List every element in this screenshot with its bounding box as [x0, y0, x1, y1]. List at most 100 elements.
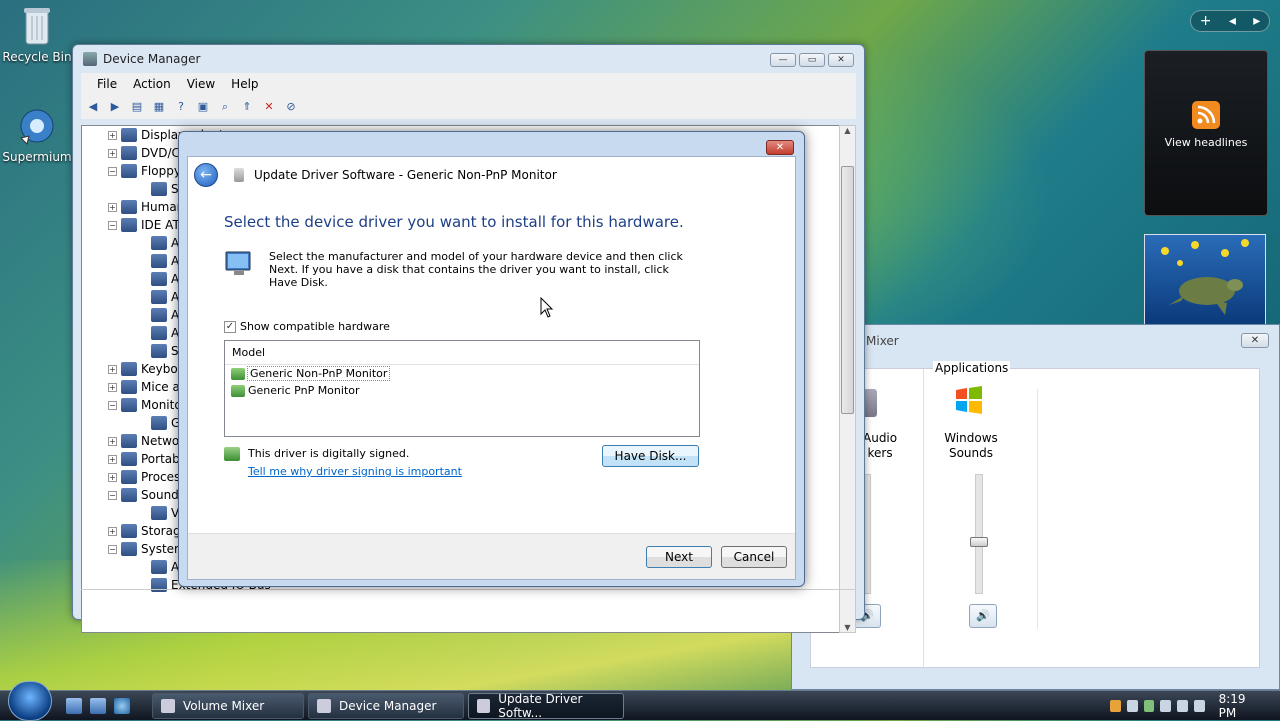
collapse-icon[interactable]: −: [108, 544, 117, 554]
forward-arrow-icon[interactable]: ▶: [107, 99, 123, 115]
back-arrow-icon[interactable]: ◀: [85, 99, 101, 115]
scroll-up-icon[interactable]: ▲: [840, 126, 855, 135]
minimize-icon: —: [778, 55, 788, 65]
update-driver-icon[interactable]: ⇑: [239, 99, 255, 115]
model-list-item[interactable]: Generic PnP Monitor: [225, 382, 699, 399]
next-gadget-button[interactable]: ▸: [1253, 13, 1260, 29]
speaker-icon: [161, 698, 175, 713]
device-category-icon: [121, 488, 137, 502]
update-driver-dialog[interactable]: ✕ ← Update Driver Software - Generic Non…: [178, 131, 805, 587]
cancel-button[interactable]: Cancel: [721, 546, 787, 568]
tree-view-icon[interactable]: ▤: [129, 99, 145, 115]
safely-remove-icon[interactable]: [1143, 699, 1155, 712]
mixer-close-button[interactable]: ✕: [1241, 333, 1269, 348]
expand-icon[interactable]: +: [108, 148, 117, 158]
collapse-icon[interactable]: −: [108, 490, 117, 500]
device-category-icon: [121, 542, 137, 556]
maximize-icon: ▭: [807, 55, 817, 65]
show-hide-icon[interactable]: ▣: [195, 99, 211, 115]
expand-icon[interactable]: +: [108, 382, 117, 392]
expand-icon[interactable]: +: [108, 526, 117, 536]
device-category-icon: [151, 182, 167, 196]
supermium-shortcut[interactable]: Supermium: [0, 104, 74, 164]
device-category-icon: [151, 308, 167, 322]
app-mute-button[interactable]: 🔊: [969, 604, 997, 628]
system-tray: 8:19 PM: [1110, 691, 1280, 720]
security-shield-icon[interactable]: [1110, 699, 1121, 712]
device-category-icon: [121, 452, 137, 466]
menu-file[interactable]: File: [89, 75, 125, 93]
slider-thumb[interactable]: [970, 537, 988, 547]
back-button[interactable]: ←: [194, 163, 218, 187]
collapse-icon[interactable]: −: [108, 400, 117, 410]
applications-label: Applications: [933, 361, 1011, 375]
dialog-title: Update Driver Software - Generic Non-PnP…: [254, 168, 557, 182]
sidebar-gadget-bar: + ◂ ▸: [1190, 10, 1270, 32]
disable-icon[interactable]: ⊘: [283, 99, 299, 115]
close-button[interactable]: ✕: [828, 53, 854, 67]
menu-action[interactable]: Action: [125, 75, 179, 93]
expand-icon[interactable]: +: [108, 130, 117, 140]
collapse-icon[interactable]: −: [108, 220, 117, 230]
mixer-title: Mixer: [866, 334, 899, 348]
tray-app-icon[interactable]: [1126, 699, 1138, 712]
help-icon[interactable]: ?: [173, 99, 189, 115]
scan-hardware-icon[interactable]: ⌕: [217, 99, 233, 115]
scroll-down-icon[interactable]: ▼: [840, 623, 855, 632]
model-list-item[interactable]: Generic Non-PnP Monitor: [225, 365, 699, 382]
minimize-button[interactable]: —: [770, 53, 796, 67]
taskbar-update-driver[interactable]: Update Driver Softw...: [468, 692, 624, 720]
recycle-bin[interactable]: Recycle Bin: [0, 4, 74, 64]
have-disk-button[interactable]: Have Disk...: [602, 445, 699, 467]
maximize-button[interactable]: ▭: [799, 53, 825, 67]
device-category-icon: [151, 344, 167, 358]
expand-icon[interactable]: +: [108, 436, 117, 446]
device-category-icon: [121, 380, 137, 394]
tree-scrollbar[interactable]: ▲ ▼: [839, 125, 856, 633]
prev-gadget-button[interactable]: ◂: [1229, 13, 1236, 29]
recycle-bin-icon: [17, 4, 57, 48]
expand-icon[interactable]: +: [108, 364, 117, 374]
menu-help[interactable]: Help: [223, 75, 266, 93]
taskbar-device-manager[interactable]: Device Manager: [308, 692, 464, 719]
model-column-header[interactable]: Model: [225, 341, 699, 365]
expand-icon[interactable]: +: [108, 472, 117, 482]
next-button[interactable]: Next: [646, 546, 712, 568]
show-compatible-checkbox[interactable]: ✓ Show compatible hardware: [224, 320, 390, 333]
device-category-icon: [121, 200, 137, 214]
signed-text: This driver is digitally signed.: [248, 447, 410, 460]
menu-view[interactable]: View: [179, 75, 223, 93]
start-button[interactable]: [8, 680, 52, 721]
slideshow-gadget[interactable]: [1144, 234, 1266, 326]
menu-bar: File Action View Help: [81, 73, 856, 95]
volume-icon[interactable]: [1193, 699, 1205, 712]
status-bar: [81, 589, 856, 611]
model-list[interactable]: Model Generic Non-PnP Monitor Generic Pn…: [224, 340, 700, 437]
app-label-line1: Windows: [944, 431, 998, 445]
expand-icon[interactable]: +: [108, 202, 117, 212]
app-volume-slider[interactable]: [970, 474, 988, 594]
dialog-close-button[interactable]: ✕: [766, 140, 794, 155]
device-manager-titlebar[interactable]: Device Manager: [73, 45, 864, 73]
clock[interactable]: 8:19 PM: [1219, 692, 1262, 720]
switch-windows-icon[interactable]: [90, 697, 106, 714]
tray-app-icon[interactable]: [1160, 699, 1172, 712]
browser-quicklaunch-icon[interactable]: [114, 697, 130, 714]
collapse-icon[interactable]: −: [108, 166, 117, 176]
checkbox-check-icon[interactable]: ✓: [224, 320, 236, 333]
recycle-bin-label: Recycle Bin: [2, 50, 72, 64]
taskbar-volume-mixer[interactable]: Volume Mixer: [152, 692, 304, 719]
device-label-line1: Audio: [863, 431, 898, 445]
device-category-icon: [151, 416, 167, 430]
uninstall-icon[interactable]: ✕: [261, 99, 277, 115]
device-category-icon: [121, 146, 137, 160]
add-gadget-button[interactable]: +: [1200, 13, 1212, 29]
properties-icon[interactable]: ▦: [151, 99, 167, 115]
show-desktop-icon[interactable]: [66, 697, 82, 714]
driver-signing-link[interactable]: Tell me why driver signing is important: [248, 465, 462, 478]
expand-icon[interactable]: +: [108, 454, 117, 464]
scrollbar-thumb[interactable]: [841, 166, 854, 414]
device-category-icon: [151, 560, 167, 574]
network-icon[interactable]: [1177, 699, 1188, 712]
feed-headlines-gadget[interactable]: View headlines: [1144, 50, 1268, 216]
